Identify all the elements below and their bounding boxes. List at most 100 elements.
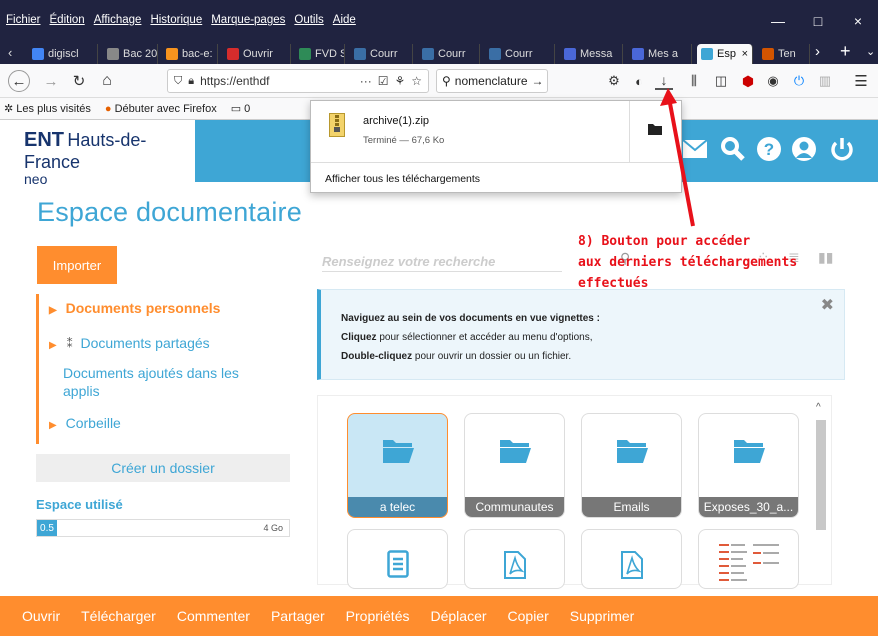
- tab-label: Courr: [370, 48, 398, 60]
- addon-power-icon[interactable]: ⏻: [790, 72, 808, 90]
- reader-icon[interactable]: ⚘: [394, 74, 405, 88]
- reload-icon[interactable]: ↻: [68, 70, 90, 92]
- space-used-label: Espace utilisé: [36, 497, 123, 512]
- menu-history[interactable]: Historique: [150, 14, 202, 26]
- sidebar-item-personal[interactable]: ▶ Documents personnels: [49, 300, 220, 316]
- folder-tile[interactable]: Emails: [581, 413, 682, 518]
- comment-button[interactable]: Commenter: [177, 608, 250, 624]
- bookmark-most-visited[interactable]: ✲ Les plus visités: [4, 102, 91, 115]
- folder-tile[interactable]: Communautes: [464, 413, 565, 518]
- tab-label: Esp: [717, 48, 736, 60]
- tab-3[interactable]: bac-e:: [162, 44, 218, 64]
- tab-label: Courr: [505, 48, 533, 60]
- pocket-icon[interactable]: ☑: [378, 74, 389, 88]
- hamburger-menu-icon[interactable]: ☰: [852, 72, 870, 90]
- minimize-button[interactable]: —: [758, 0, 798, 42]
- home-icon[interactable]: ⌂: [96, 70, 118, 92]
- file-tile[interactable]: [698, 529, 799, 589]
- close-icon[interactable]: ✖: [821, 298, 834, 314]
- bookmark-folder[interactable]: ▭ 0: [231, 102, 251, 115]
- menu-edit[interactable]: Édition: [50, 14, 85, 26]
- tab-12[interactable]: Ten: [758, 44, 810, 64]
- tab-list-icon[interactable]: ⌄: [866, 45, 875, 58]
- sidebar-item-shared[interactable]: ▶ ⁑ Documents partagés: [49, 335, 210, 351]
- download-file-name: archive(1).zip: [363, 115, 430, 127]
- menu-help[interactable]: Aide: [333, 14, 356, 26]
- show-all-downloads-link[interactable]: Afficher tous les téléchargements: [325, 173, 480, 185]
- tab-7[interactable]: Courr: [418, 44, 480, 64]
- url-bar[interactable]: ⛉ 🔒︎ https://enthdf ··· ☑ ⚘ ☆: [167, 69, 429, 93]
- tabs-scroll-left-icon[interactable]: ‹: [8, 45, 12, 60]
- carousel-view-icon[interactable]: ▮▮: [818, 249, 833, 266]
- tab-2[interactable]: Bac 2020 :: [103, 44, 158, 64]
- bookmark-getting-started[interactable]: ● Débuter avec Firefox: [105, 103, 217, 115]
- tab-close-icon[interactable]: ×: [742, 48, 748, 60]
- bookmark-star-icon[interactable]: ☆: [411, 74, 422, 88]
- adblock-icon[interactable]: ⬢: [739, 72, 757, 90]
- action-bar: Ouvrir Télécharger Commenter Partager Pr…: [0, 596, 878, 636]
- scroll-up-icon[interactable]: ^: [816, 402, 821, 413]
- help-icon[interactable]: ?: [752, 132, 786, 166]
- back-icon[interactable]: ←: [8, 70, 30, 92]
- new-tab-icon[interactable]: +: [840, 41, 851, 62]
- import-button[interactable]: Importer: [37, 246, 117, 284]
- create-folder-button[interactable]: Créer un dossier: [36, 454, 290, 482]
- menu-view[interactable]: Affichage: [94, 14, 142, 26]
- tab-8[interactable]: Courr: [485, 44, 555, 64]
- menu-bar: Fichier Édition Affichage Historique Mar…: [6, 14, 356, 26]
- properties-button[interactable]: Propriétés: [346, 608, 410, 624]
- tab-label: Ten: [778, 48, 796, 60]
- folder-label: a telec: [348, 497, 447, 517]
- profile-icon[interactable]: [787, 132, 821, 166]
- folder-tile[interactable]: Exposes_30_a...: [698, 413, 799, 518]
- document-icon: [348, 550, 447, 578]
- grid-scrollbar[interactable]: ^: [814, 402, 828, 582]
- tab-11[interactable]: Esp ×: [697, 44, 753, 64]
- tab-label: digiscl: [48, 48, 79, 60]
- search-icon[interactable]: [716, 132, 750, 166]
- download-button[interactable]: Télécharger: [81, 608, 156, 624]
- url-text: https://enthdf: [200, 74, 270, 88]
- document-search-input[interactable]: Renseignez votre recherche: [322, 250, 562, 272]
- tabs-scroll-right-icon[interactable]: ›: [815, 43, 820, 60]
- folder-tile[interactable]: a telec: [347, 413, 448, 518]
- tab-9[interactable]: Messa: [560, 44, 623, 64]
- delete-button[interactable]: Supprimer: [570, 608, 635, 624]
- scroll-thumb[interactable]: [816, 420, 826, 530]
- menu-tools[interactable]: Outils: [294, 14, 323, 26]
- page-actions-icon[interactable]: ···: [360, 74, 372, 88]
- open-button[interactable]: Ouvrir: [22, 608, 60, 624]
- search-bar[interactable]: ⚲ nomenclature →: [436, 69, 548, 93]
- logout-icon[interactable]: [825, 132, 859, 166]
- menu-bookmarks[interactable]: Marque-pages: [211, 14, 285, 26]
- move-button[interactable]: Déplacer: [430, 608, 486, 624]
- sidebar-item-apps[interactable]: Documents ajoutés dans les applis: [49, 364, 239, 400]
- annotation-line-3: effectués: [578, 276, 649, 291]
- tab-4[interactable]: Ouvrir: [223, 44, 291, 64]
- sidebar-item-trash[interactable]: ▶ Corbeille: [49, 415, 121, 431]
- forward-icon[interactable]: →: [40, 70, 62, 92]
- search-go-icon[interactable]: →: [532, 74, 544, 88]
- tab-favicon-icon: [564, 48, 576, 60]
- tab-6[interactable]: Courr: [350, 44, 413, 64]
- tab-label: bac-e:: [182, 48, 213, 60]
- file-tile[interactable]: [347, 529, 448, 589]
- addon-grey-icon[interactable]: ▥: [816, 72, 834, 90]
- annotation-arrow: [660, 88, 695, 227]
- quota-total: 4 Go: [263, 523, 283, 533]
- ent-logo[interactable]: ENT Hauts-de-France neo: [0, 120, 195, 187]
- menu-file[interactable]: Fichier: [6, 14, 41, 26]
- file-tile[interactable]: [464, 529, 565, 589]
- addon-circle-icon[interactable]: ◉: [764, 72, 782, 90]
- tab-label: Bac 2020 :: [123, 48, 158, 60]
- close-window-button[interactable]: ×: [838, 0, 878, 42]
- tab-1[interactable]: digiscl: [28, 44, 98, 64]
- share-button[interactable]: Partager: [271, 608, 325, 624]
- svg-text:?: ?: [764, 140, 774, 159]
- copy-button[interactable]: Copier: [508, 608, 549, 624]
- tab-10[interactable]: Mes a: [628, 44, 692, 64]
- file-tile[interactable]: [581, 529, 682, 589]
- maximize-button[interactable]: □: [798, 0, 838, 42]
- tab-5[interactable]: FVD Sp: [295, 44, 345, 64]
- folder-icon: [699, 436, 798, 464]
